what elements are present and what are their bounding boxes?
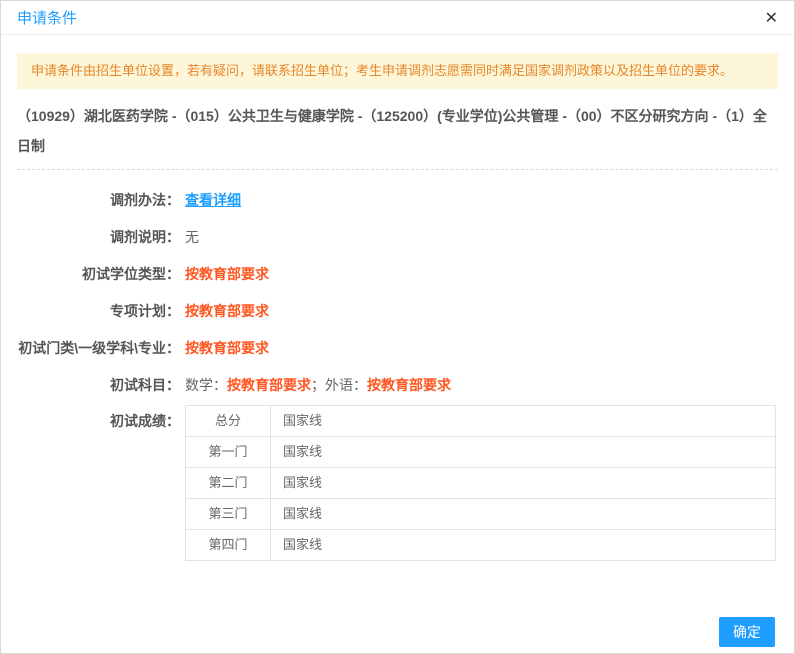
table-row: 第一门 国家线 [186,437,776,468]
field-label: 初试门类\一级学科\专业： [17,340,180,356]
field-label: 初试科目： [17,377,180,393]
score-name-cell: 第三门 [186,499,271,530]
score-value-cell: 国家线 [271,406,776,437]
field-label: 调剂说明： [17,229,180,245]
subject-foreign-value: 按教育部要求 [367,377,451,393]
field-label: 调剂办法： [17,192,180,208]
field-label: 初试学位类型： [17,266,180,282]
field-exam-subjects: 初试科目： 数学：按教育部要求；外语：按教育部要求 [17,377,778,393]
table-row: 第三门 国家线 [186,499,776,530]
close-icon[interactable]: ✕ [765,10,778,26]
score-name-cell: 总分 [186,406,271,437]
program-info: （10929）湖北医药学院 -（015）公共卫生与健康学院 -（125200）(… [17,101,778,161]
field-exam-scores: 初试成绩： 总分 国家线 第一门 国家线 第二门 国家线 [17,405,778,561]
score-value-cell: 国家线 [271,530,776,561]
score-name-cell: 第一门 [186,437,271,468]
field-value: 无 [185,229,199,245]
dialog-title: 申请条件 [17,7,77,28]
score-value-cell: 国家线 [271,468,776,499]
field-discipline: 初试门类\一级学科\专业： 按教育部要求 [17,340,778,356]
subject-separator: ； [311,377,325,393]
score-name-cell: 第四门 [186,530,271,561]
dashed-divider [17,169,778,170]
dialog-header: 申请条件 ✕ [1,1,794,35]
field-value: 按教育部要求 [185,266,269,282]
field-transfer-note: 调剂说明： 无 [17,229,778,245]
score-value-cell: 国家线 [271,437,776,468]
dialog-body: 申请条件由招生单位设置，若有疑问，请联系招生单位；考生申请调剂志愿需同时满足国家… [1,53,794,561]
condition-fields: 调剂办法： 查看详细 调剂说明： 无 初试学位类型： 按教育部要求 专项计划： … [17,192,778,561]
subject-math-label: 数学： [185,377,227,393]
field-label: 专项计划： [17,303,180,319]
confirm-button[interactable]: 确定 [719,617,775,647]
application-conditions-dialog: 申请条件 ✕ 申请条件由招生单位设置，若有疑问，请联系招生单位；考生申请调剂志愿… [0,0,795,654]
field-special-plan: 专项计划： 按教育部要求 [17,303,778,319]
subject-foreign-label: 外语： [325,377,367,393]
subject-math-value: 按教育部要求 [227,377,311,393]
field-value: 按教育部要求 [185,303,269,319]
score-name-cell: 第二门 [186,468,271,499]
table-row: 总分 国家线 [186,406,776,437]
field-label: 初试成绩： [17,405,180,561]
table-row: 第二门 国家线 [186,468,776,499]
field-degree-type: 初试学位类型： 按教育部要求 [17,266,778,282]
view-details-link[interactable]: 查看详细 [185,192,241,208]
score-table: 总分 国家线 第一门 国家线 第二门 国家线 第三门 [185,405,776,561]
table-row: 第四门 国家线 [186,530,776,561]
score-value-cell: 国家线 [271,499,776,530]
field-transfer-method: 调剂办法： 查看详细 [17,192,778,208]
notice-banner: 申请条件由招生单位设置，若有疑问，请联系招生单位；考生申请调剂志愿需同时满足国家… [17,53,778,89]
field-value: 按教育部要求 [185,340,269,356]
